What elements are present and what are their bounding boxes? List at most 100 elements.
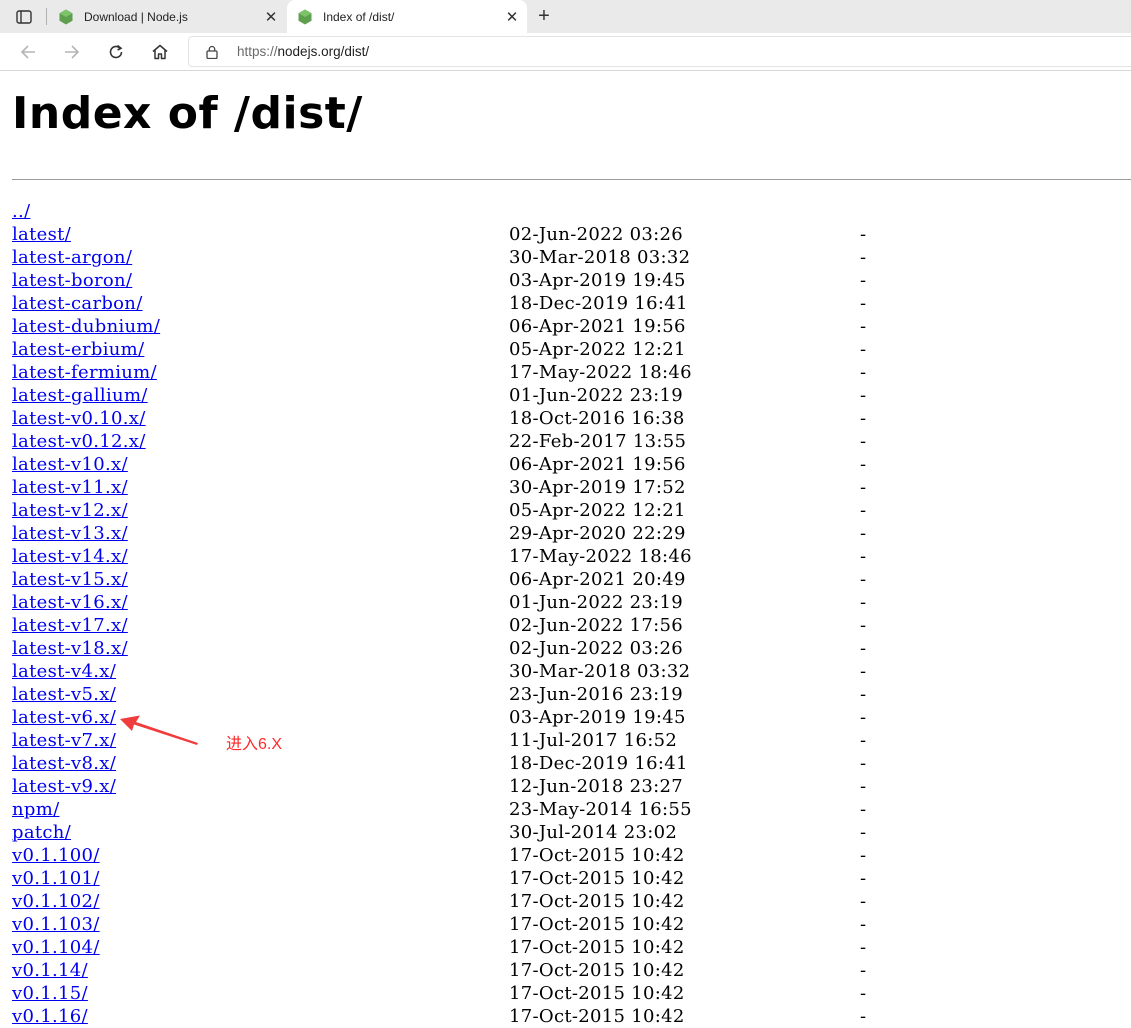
modified-date: 17-May-2022 18:46 <box>509 546 692 567</box>
directory-link[interactable]: latest-v10.x/ <box>12 454 128 475</box>
listing-row: latest-v0.12.x/22-Feb-2017 13:55 - <box>12 430 1131 453</box>
listing-row: v0.1.101/17-Oct-2015 10:42 - <box>12 867 1131 890</box>
tab-download-nodejs[interactable]: Download | Node.js ✕ <box>48 0 286 33</box>
directory-link[interactable]: v0.1.15/ <box>12 983 88 1004</box>
file-size: - <box>860 868 867 889</box>
home-icon[interactable] <box>147 39 173 65</box>
annotation-label: 进入6.X <box>226 736 283 753</box>
listing-row: latest-v13.x/29-Apr-2020 22:29 - <box>12 522 1131 545</box>
directory-link[interactable]: v0.1.16/ <box>12 1006 88 1027</box>
modified-date: 30-Jul-2014 23:02 <box>509 822 678 843</box>
forward-arrow-icon[interactable] <box>59 39 85 65</box>
directory-link[interactable]: latest-v6.x/ <box>12 707 116 728</box>
close-icon[interactable]: ✕ <box>503 8 521 26</box>
directory-link[interactable]: ../ <box>12 201 30 222</box>
file-size: - <box>860 845 867 866</box>
directory-link[interactable]: v0.1.100/ <box>12 845 100 866</box>
directory-link[interactable]: latest-v0.10.x/ <box>12 408 146 429</box>
directory-link[interactable]: v0.1.101/ <box>12 868 100 889</box>
modified-date: 30-Mar-2018 03:32 <box>509 247 691 268</box>
directory-link[interactable]: latest-v14.x/ <box>12 546 128 567</box>
tab-title: Download | Node.js <box>84 9 188 24</box>
directory-link[interactable]: latest-dubnium/ <box>12 316 160 337</box>
listing-row: latest-fermium/17-May-2022 18:46 - <box>12 361 1131 384</box>
directory-link[interactable]: latest-v16.x/ <box>12 592 128 613</box>
url-host-path: nodejs.org/dist/ <box>277 44 370 59</box>
modified-date: 17-Oct-2015 10:42 <box>509 914 685 935</box>
file-size: - <box>860 523 867 544</box>
directory-link[interactable]: latest-v4.x/ <box>12 661 116 682</box>
directory-link[interactable]: latest-v12.x/ <box>12 500 128 521</box>
file-size: - <box>860 293 867 314</box>
directory-link[interactable]: latest-v7.x/ <box>12 730 116 751</box>
file-size: - <box>860 362 867 383</box>
file-size: - <box>860 661 867 682</box>
listing-row: latest-gallium/01-Jun-2022 23:19 - <box>12 384 1131 407</box>
modified-date: 30-Apr-2019 17:52 <box>509 477 686 498</box>
file-size: - <box>860 224 867 245</box>
directory-link[interactable]: latest-fermium/ <box>12 362 157 383</box>
back-arrow-icon[interactable] <box>15 39 41 65</box>
close-icon[interactable]: ✕ <box>262 8 280 26</box>
directory-link[interactable]: latest-v9.x/ <box>12 776 116 797</box>
listing-row: latest-v12.x/05-Apr-2022 12:21 - <box>12 499 1131 522</box>
modified-date: 02-Jun-2022 17:56 <box>509 615 683 636</box>
file-size: - <box>860 408 867 429</box>
modified-date: 02-Jun-2022 03:26 <box>509 224 683 245</box>
file-size: - <box>860 339 867 360</box>
directory-link[interactable]: latest-v17.x/ <box>12 615 128 636</box>
directory-link[interactable]: latest/ <box>12 224 71 245</box>
url-scheme: https:// <box>237 44 278 59</box>
directory-link[interactable]: latest-v5.x/ <box>12 684 116 705</box>
listing-row: latest-v16.x/01-Jun-2022 23:19 - <box>12 591 1131 614</box>
file-size: - <box>860 592 867 613</box>
listing-row: latest-v11.x/30-Apr-2019 17:52 - <box>12 476 1131 499</box>
directory-link[interactable]: latest-v8.x/ <box>12 753 116 774</box>
file-size: - <box>860 477 867 498</box>
modified-date: 06-Apr-2021 19:56 <box>509 316 686 337</box>
directory-link[interactable]: v0.1.14/ <box>12 960 88 981</box>
directory-link[interactable]: latest-argon/ <box>12 247 132 268</box>
directory-link[interactable]: v0.1.103/ <box>12 914 100 935</box>
tab-index-of-dist[interactable]: Index of /dist/ ✕ <box>287 0 527 33</box>
directory-link[interactable]: npm/ <box>12 799 59 820</box>
modified-date: 03-Apr-2019 19:45 <box>509 707 686 728</box>
modified-date: 02-Jun-2022 03:26 <box>509 638 683 659</box>
directory-link[interactable]: latest-v11.x/ <box>12 477 128 498</box>
directory-link[interactable]: patch/ <box>12 822 71 843</box>
directory-link[interactable]: latest-v15.x/ <box>12 569 128 590</box>
new-tab-plus-icon[interactable]: + <box>533 5 555 27</box>
file-size: - <box>860 615 867 636</box>
directory-link[interactable]: latest-gallium/ <box>12 385 148 406</box>
file-size: - <box>860 960 867 981</box>
directory-link[interactable]: latest-v0.12.x/ <box>12 431 146 452</box>
navigation-toolbar: https://nodejs.org/dist/ <box>0 33 1131 71</box>
file-size: - <box>860 914 867 935</box>
file-size: - <box>860 730 867 751</box>
directory-link[interactable]: v0.1.104/ <box>12 937 100 958</box>
modified-date: 12-Jun-2018 23:27 <box>509 776 683 797</box>
directory-link[interactable]: latest-boron/ <box>12 270 132 291</box>
listing-row: latest-v8.x/18-Dec-2019 16:41 - <box>12 752 1131 775</box>
address-bar[interactable]: https://nodejs.org/dist/ <box>188 36 1131 67</box>
modified-date: 22-Feb-2017 13:55 <box>509 431 687 452</box>
directory-link[interactable]: latest-carbon/ <box>12 293 143 314</box>
file-size: - <box>860 983 867 1004</box>
tab-actions-icon[interactable] <box>10 6 38 28</box>
file-size: - <box>860 569 867 590</box>
modified-date: 17-Oct-2015 10:42 <box>509 868 685 889</box>
page-title: Index of /dist/ <box>12 88 363 139</box>
directory-link[interactable]: latest-v18.x/ <box>12 638 128 659</box>
directory-link[interactable]: latest-erbium/ <box>12 339 144 360</box>
directory-link[interactable]: v0.1.102/ <box>12 891 100 912</box>
directory-link[interactable]: latest-v13.x/ <box>12 523 128 544</box>
modified-date: 06-Apr-2021 20:49 <box>509 569 686 590</box>
listing-row: latest-argon/30-Mar-2018 03:32 - <box>12 246 1131 269</box>
tab-strip: Download | Node.js ✕ Index of /dist/ ✕ + <box>0 0 1131 33</box>
lock-icon[interactable] <box>205 45 219 60</box>
listing-row: latest-v5.x/23-Jun-2016 23:19 - <box>12 683 1131 706</box>
file-size: - <box>860 316 867 337</box>
nodejs-icon <box>58 9 74 25</box>
reload-icon[interactable] <box>103 39 129 65</box>
url-text[interactable]: https://nodejs.org/dist/ <box>237 44 369 59</box>
